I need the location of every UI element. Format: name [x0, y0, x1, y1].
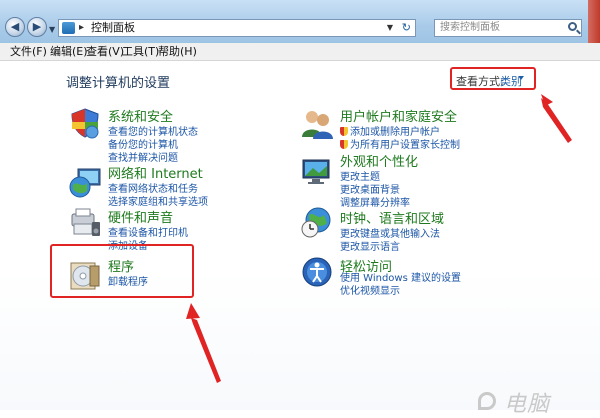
link-parental-controls-label: 为所有用户设置家长控制: [350, 140, 460, 151]
recent-pages-icon[interactable]: ▼: [49, 25, 55, 34]
link-homegroup-sharing[interactable]: 选择家庭组和共享选项: [108, 193, 208, 208]
menu-tools[interactable]: 工具(T): [122, 43, 159, 60]
control-panel-icon: [62, 22, 75, 34]
link-troubleshoot[interactable]: 查找并解决问题: [108, 149, 178, 164]
link-optimize-display[interactable]: 优化视频显示: [340, 282, 400, 297]
menu-file[interactable]: 文件(F): [10, 43, 47, 60]
uac-shield-icon: [340, 127, 348, 136]
clock-globe-icon[interactable]: [300, 205, 334, 239]
forward-button[interactable]: ▶: [27, 17, 47, 37]
menu-bar: 文件(F) 编辑(E) 查看(V) 工具(T) 帮助(H): [0, 43, 600, 61]
title-bar: ◀ ▶ ▼ ▸ 控制面板 ▼ ↻ 搜索控制面板: [0, 0, 600, 44]
ease-of-access-icon[interactable]: [300, 255, 334, 289]
highlight-view-by: [450, 67, 536, 90]
search-icon[interactable]: [568, 22, 577, 31]
printer-speaker-icon[interactable]: [68, 206, 102, 240]
globe-network-icon[interactable]: [68, 165, 102, 199]
users-icon[interactable]: [300, 107, 334, 141]
page-title: 调整计算机的设置: [66, 76, 171, 91]
menu-help[interactable]: 帮助(H): [158, 43, 197, 60]
back-arrow-icon: ◀: [10, 20, 20, 33]
forward-arrow-icon: ▶: [32, 20, 42, 33]
address-bar[interactable]: ▸ 控制面板 ▼ ↻: [58, 19, 416, 37]
breadcrumb-separator-icon[interactable]: ▸: [79, 20, 84, 36]
breadcrumb-control-panel[interactable]: 控制面板: [91, 20, 135, 36]
watermark-text: 电脑: [504, 392, 551, 417]
search-box[interactable]: 搜索控制面板: [434, 19, 582, 37]
link-change-display-language[interactable]: 更改显示语言: [340, 238, 400, 253]
link-screen-resolution[interactable]: 调整屏幕分辨率: [340, 194, 410, 209]
back-button[interactable]: ◀: [5, 17, 25, 37]
link-parental-controls[interactable]: 为所有用户设置家长控制: [340, 136, 460, 151]
refresh-icon[interactable]: ↻: [402, 21, 411, 35]
close-button[interactable]: [588, 0, 600, 43]
menu-edit[interactable]: 编辑(E): [50, 43, 88, 60]
address-dropdown-icon[interactable]: ▼: [387, 20, 393, 36]
highlight-programs: [50, 244, 194, 298]
shield-icon[interactable]: [68, 106, 102, 140]
menu-view[interactable]: 查看(V): [86, 43, 124, 60]
watermark-logo-icon: [478, 392, 496, 410]
uac-shield-icon: [340, 140, 348, 149]
search-placeholder: 搜索控制面板: [440, 22, 500, 33]
monitor-personalize-icon[interactable]: [300, 155, 334, 189]
